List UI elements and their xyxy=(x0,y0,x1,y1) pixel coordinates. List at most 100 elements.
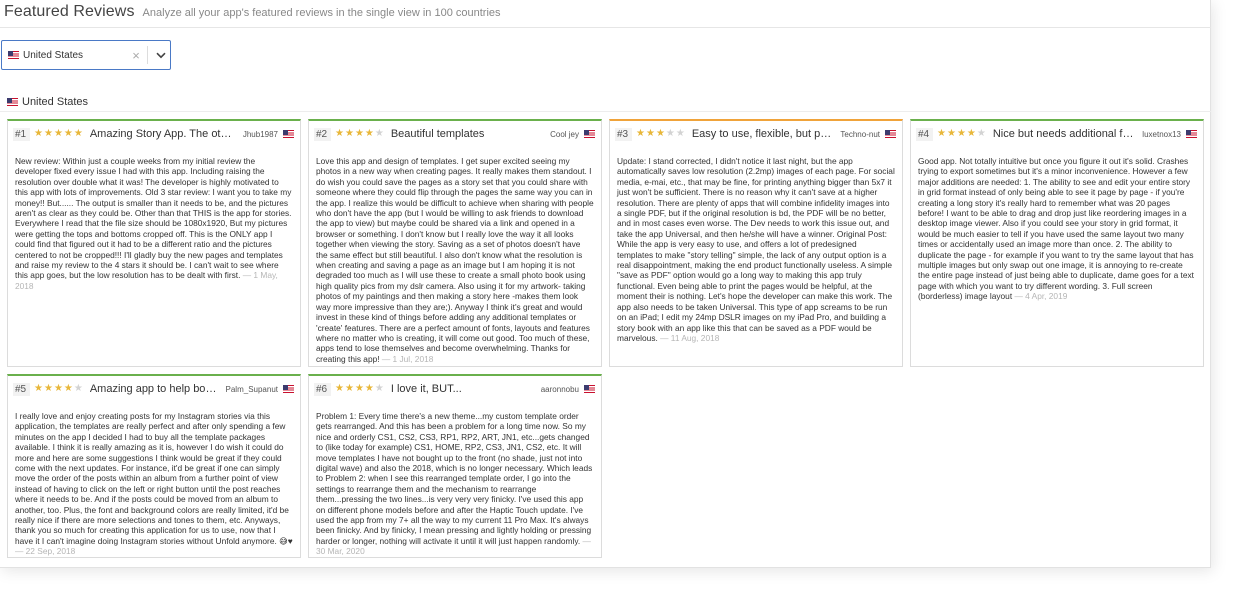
review-date: — 4 Apr, 2019 xyxy=(1014,291,1068,302)
review-rank: #3 xyxy=(615,127,632,141)
star-empty-icon: ★ xyxy=(976,128,986,139)
review-rank: #4 xyxy=(916,127,933,141)
review-date: — 22 Sep, 2018 xyxy=(15,546,76,557)
review-author: Palm_Supanut xyxy=(225,384,278,394)
review-text: Update: I stand corrected, I didn't noti… xyxy=(617,156,895,343)
review-rank: #6 xyxy=(314,382,331,396)
review-card-header: #1 ★ ★ ★ ★ ★ Amazing Story App. The others... J… xyxy=(13,125,294,143)
section-divider xyxy=(0,111,1211,112)
review-body: Update: I stand corrected, I didn't noti… xyxy=(610,143,902,351)
star-empty-icon: ★ xyxy=(675,128,685,139)
clear-icon[interactable]: × xyxy=(129,48,143,63)
review-title: Beautiful templates xyxy=(390,128,485,140)
us-flag-icon xyxy=(885,130,896,138)
review-card-header: #2 ★ ★ ★ ★ ★ Beautiful templates Cool jey xyxy=(314,125,595,143)
star-filled-icon: ★ xyxy=(34,128,43,139)
star-filled-icon: ★ xyxy=(937,128,946,139)
review-rank: #2 xyxy=(314,127,331,141)
us-flag-icon xyxy=(8,51,19,59)
star-filled-icon: ★ xyxy=(354,383,364,394)
us-flag-icon xyxy=(584,130,595,138)
review-card-header: #4 ★ ★ ★ ★ ★ Nice but needs additional fea... l… xyxy=(916,125,1197,143)
star-filled-icon: ★ xyxy=(63,383,73,394)
header-divider xyxy=(0,27,1211,28)
star-filled-icon: ★ xyxy=(956,128,966,139)
star-filled-icon: ★ xyxy=(73,128,83,139)
star-filled-icon: ★ xyxy=(946,128,956,139)
star-filled-icon: ★ xyxy=(966,128,976,139)
review-text: Problem 1: Every time there's a new them… xyxy=(316,411,593,546)
review-author: luxetnox13 xyxy=(1142,129,1181,139)
star-filled-icon: ★ xyxy=(53,383,63,394)
star-filled-icon: ★ xyxy=(53,128,63,139)
review-author: Cool jey xyxy=(550,129,579,139)
star-rating: ★ ★ ★ ★ ★ xyxy=(34,129,84,139)
star-filled-icon: ★ xyxy=(636,128,645,139)
star-filled-icon: ★ xyxy=(34,383,43,394)
review-date: — 11 Aug, 2018 xyxy=(660,332,720,343)
review-body: Love this app and design of templates. I… xyxy=(309,143,601,372)
us-flag-icon xyxy=(1186,130,1197,138)
review-author: aaronnobu xyxy=(540,384,579,394)
review-text: I really love and enjoy creating posts f… xyxy=(15,411,293,546)
star-filled-icon: ★ xyxy=(364,383,374,394)
star-rating: ★ ★ ★ ★ ★ xyxy=(937,129,987,139)
chevron-down-icon[interactable] xyxy=(152,52,170,59)
star-empty-icon: ★ xyxy=(374,383,384,394)
review-text: Good app. Not totally intuitive but once… xyxy=(918,156,1194,302)
review-title: Amazing app to help boost... xyxy=(89,383,220,395)
us-flag-icon xyxy=(7,98,18,106)
review-card: #6 ★ ★ ★ ★ ★ I love it, BUT... aaronnobu Problem… xyxy=(308,374,602,558)
us-flag-icon xyxy=(584,385,595,393)
review-body: Good app. Not totally intuitive but once… xyxy=(911,143,1203,310)
review-body: I really love and enjoy creating posts f… xyxy=(8,398,300,565)
country-section-heading: United States xyxy=(7,96,88,108)
star-filled-icon: ★ xyxy=(645,128,655,139)
star-filled-icon: ★ xyxy=(63,128,73,139)
review-title: Amazing Story App. The others... xyxy=(89,128,237,140)
review-card-header: #5 ★ ★ ★ ★ ★ Amazing app to help boost... Palm_… xyxy=(13,380,294,398)
select-separator xyxy=(147,46,148,64)
us-flag-icon xyxy=(283,130,294,138)
page-title: Featured Reviews xyxy=(4,3,135,20)
star-filled-icon: ★ xyxy=(43,128,53,139)
country-section-label: United States xyxy=(22,96,89,108)
review-text: New review: Within just a couple weeks f… xyxy=(15,156,292,281)
star-filled-icon: ★ xyxy=(354,128,364,139)
star-rating: ★ ★ ★ ★ ★ xyxy=(34,384,84,394)
star-rating: ★ ★ ★ ★ ★ xyxy=(335,129,385,139)
star-filled-icon: ★ xyxy=(344,128,354,139)
review-rank: #5 xyxy=(13,382,30,396)
review-card: #5 ★ ★ ★ ★ ★ Amazing app to help boost... Palm_… xyxy=(7,374,301,558)
country-select-value: United States xyxy=(23,49,84,61)
review-card-header: #3 ★ ★ ★ ★ ★ Easy to use, flexible, but poor..… xyxy=(615,125,896,143)
star-empty-icon: ★ xyxy=(374,128,384,139)
review-card: #4 ★ ★ ★ ★ ★ Nice but needs additional fea... l… xyxy=(910,119,1204,367)
star-empty-icon: ★ xyxy=(665,128,675,139)
star-empty-icon: ★ xyxy=(73,383,83,394)
page-header: Featured Reviews Analyze all your app's … xyxy=(4,3,501,23)
star-filled-icon: ★ xyxy=(655,128,665,139)
star-filled-icon: ★ xyxy=(364,128,374,139)
page-subtitle: Analyze all your app's featured reviews … xyxy=(142,7,501,19)
review-title: I love it, BUT... xyxy=(390,383,462,395)
star-filled-icon: ★ xyxy=(335,383,344,394)
review-date: — 1 Jul, 2018 xyxy=(381,353,434,364)
review-card: #2 ★ ★ ★ ★ ★ Beautiful templates Cool jey Love t… xyxy=(308,119,602,367)
us-flag-icon xyxy=(283,385,294,393)
review-card: #3 ★ ★ ★ ★ ★ Easy to use, flexible, but poor..… xyxy=(609,119,903,367)
review-card-header: #6 ★ ★ ★ ★ ★ I love it, BUT... aaronnobu xyxy=(314,380,595,398)
star-filled-icon: ★ xyxy=(335,128,344,139)
star-filled-icon: ★ xyxy=(43,383,53,394)
star-rating: ★ ★ ★ ★ ★ xyxy=(636,129,686,139)
review-body: New review: Within just a couple weeks f… xyxy=(8,143,300,299)
review-title: Nice but needs additional fea... xyxy=(992,128,1137,140)
review-rank: #1 xyxy=(13,127,30,141)
review-author: Techno-nut xyxy=(840,129,880,139)
country-select[interactable]: United States × xyxy=(1,40,171,70)
review-card: #1 ★ ★ ★ ★ ★ Amazing Story App. The others... J… xyxy=(7,119,301,367)
review-body: Problem 1: Every time there's a new them… xyxy=(309,398,601,565)
review-text: Love this app and design of templates. I… xyxy=(316,156,594,364)
star-rating: ★ ★ ★ ★ ★ xyxy=(335,384,385,394)
star-filled-icon: ★ xyxy=(344,383,354,394)
